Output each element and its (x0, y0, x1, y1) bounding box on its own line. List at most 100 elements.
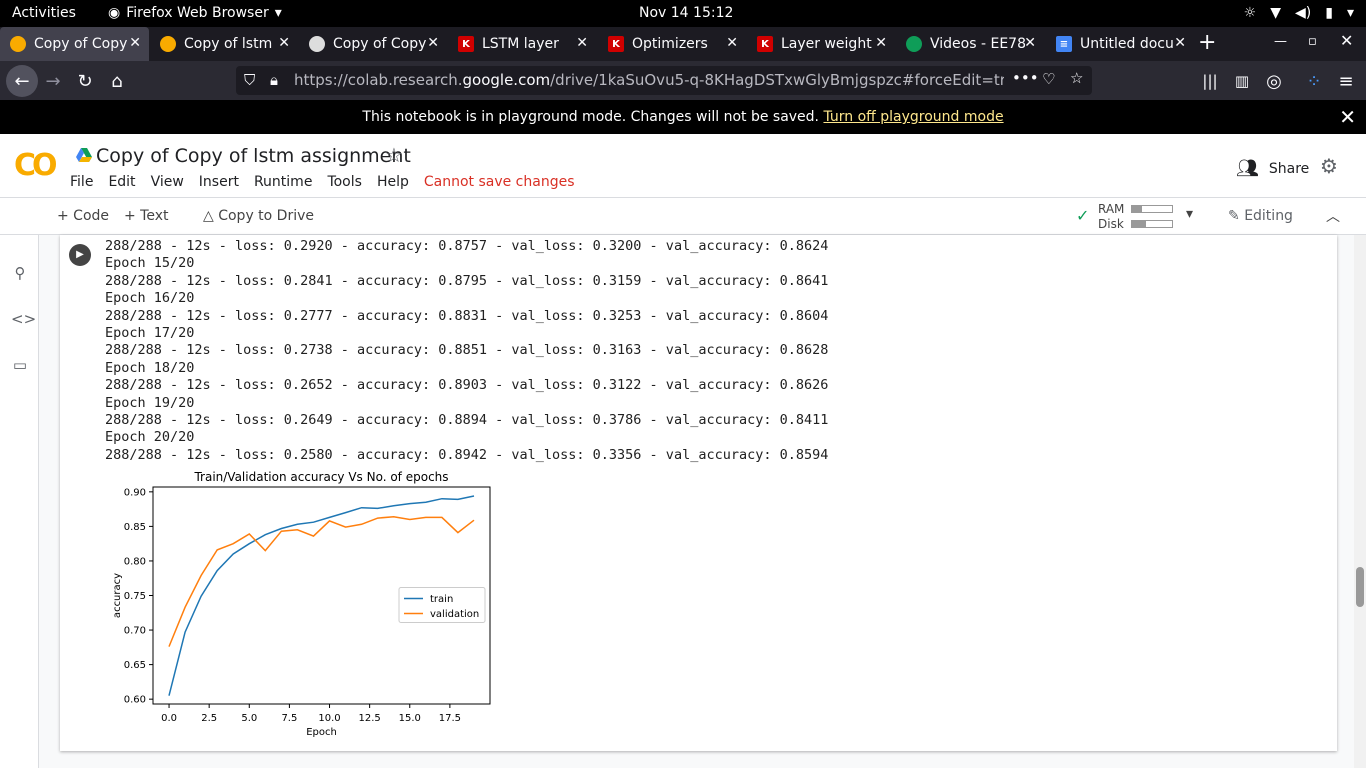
colab-logo[interactable]: CO (14, 148, 57, 183)
search-icon[interactable]: ⚲ (11, 264, 29, 282)
output-line: Epoch 20/20 (105, 429, 195, 446)
extensions-icon[interactable]: ⁘ (1302, 69, 1326, 93)
close-tab-icon[interactable]: ✕ (427, 35, 439, 51)
brightness-icon: ☼ (1243, 5, 1257, 21)
browser-tab[interactable]: ≡ Untitled docu ✕ (1046, 27, 1194, 61)
copy-to-drive-button[interactable]: △ Copy to Drive (203, 208, 314, 224)
collapse-header-icon[interactable]: ︿ (1326, 206, 1340, 226)
x-axis-label: Epoch (306, 727, 337, 738)
bookmark-star-icon[interactable]: ☆ (1070, 69, 1083, 87)
page-actions-icon[interactable]: ••• (1012, 69, 1039, 87)
close-tab-icon[interactable]: ✕ (875, 35, 887, 51)
sidebar-icon[interactable]: ▥ (1230, 69, 1254, 93)
banner-text: This notebook is in playground mode. Cha… (362, 109, 820, 125)
firefox-icon: ◉ (108, 5, 121, 21)
menu-runtime[interactable]: Runtime (254, 174, 312, 190)
editing-button[interactable]: ✎ Editing (1228, 208, 1293, 224)
share-button[interactable]: 👥︎ Share (1236, 158, 1309, 179)
output-line: 288/288 - 12s - loss: 0.2777 - accuracy:… (105, 307, 829, 324)
check-icon: ✓ (1076, 206, 1090, 225)
disk-label[interactable]: Disk (1098, 217, 1124, 231)
files-icon[interactable]: ▭ (11, 356, 29, 374)
close-tab-icon[interactable]: ✕ (726, 35, 738, 51)
output-line: 288/288 - 12s - loss: 0.2580 - accuracy:… (105, 446, 829, 463)
output-line: 288/288 - 12s - loss: 0.2652 - accuracy:… (105, 377, 829, 394)
back-button[interactable]: ← (6, 65, 38, 97)
colab-icon (309, 36, 325, 52)
y-tick-label: 0.65 (124, 660, 146, 671)
close-icon[interactable]: ✕ (1339, 100, 1356, 134)
menu-edit[interactable]: Edit (108, 174, 135, 190)
x-tick-label: 5.0 (241, 713, 257, 724)
pocket-icon[interactable]: ♡ (1042, 70, 1055, 88)
close-tab-icon[interactable]: ✕ (1174, 35, 1186, 51)
reload-button[interactable]: ↻ (73, 69, 97, 93)
add-code-button[interactable]: + Code (57, 208, 109, 224)
y-tick-label: 0.85 (124, 522, 146, 533)
menu-tools[interactable]: Tools (327, 174, 362, 190)
docs-icon: ≡ (1056, 36, 1072, 52)
close-tab-icon[interactable]: ✕ (278, 35, 290, 51)
app-menu[interactable]: ◉ Firefox Web Browser ▾ (108, 5, 282, 21)
add-text-button[interactable]: + Text (124, 208, 169, 224)
browser-tab[interactable]: Videos - EE78 ✕ (896, 27, 1044, 61)
maximize-button[interactable]: ▫ (1308, 34, 1317, 49)
close-tab-icon[interactable]: ✕ (1024, 35, 1036, 51)
output-line: 288/288 - 12s - loss: 0.2841 - accuracy:… (105, 272, 829, 289)
chevron-down-icon: ▾ (274, 5, 282, 21)
output-line: Epoch 16/20 (105, 290, 195, 307)
browser-tab[interactable]: Copy of Copy ✕ (299, 27, 447, 61)
notebook-title[interactable]: Copy of Copy of lstm assignment (96, 145, 411, 167)
close-window-button[interactable]: ✕ (1340, 31, 1353, 50)
menu-help[interactable]: Help (377, 174, 409, 190)
x-tick-label: 7.5 (281, 713, 297, 724)
x-tick-label: 17.5 (439, 713, 461, 724)
minimize-button[interactable]: — (1274, 34, 1287, 49)
gear-icon[interactable]: ⚙ (1320, 154, 1338, 178)
star-icon[interactable]: ☆ (385, 143, 403, 167)
close-tab-icon[interactable]: ✕ (129, 35, 141, 51)
x-tick-label: 12.5 (359, 713, 381, 724)
shield-icon[interactable]: ⛉ (244, 71, 255, 89)
library-icon[interactable]: ||| (1198, 69, 1222, 93)
scrollbar-thumb[interactable] (1356, 567, 1364, 607)
new-tab-button[interactable]: + (1198, 30, 1216, 55)
turn-off-playground-link[interactable]: Turn off playground mode (823, 109, 1003, 125)
cannot-save-warning[interactable]: Cannot save changes (424, 174, 575, 190)
browser-tab[interactable]: K LSTM layer ✕ (448, 27, 596, 61)
activities-button[interactable]: Activities (12, 5, 76, 21)
system-tray[interactable]: ☼ ▼ ◀) ▮ ▾ (1244, 5, 1354, 21)
ram-meter (1131, 205, 1173, 213)
code-snippets-icon[interactable]: <> (11, 310, 36, 328)
browser-tab[interactable]: Copy of lstm ✕ (150, 27, 298, 61)
browser-tab[interactable]: K Optimizers ✕ (598, 27, 746, 61)
browser-tab[interactable]: K Layer weight ✕ (747, 27, 895, 61)
left-sidebar: ☰ ⚲ <> ▭ (0, 198, 39, 768)
scrollbar[interactable] (1354, 235, 1366, 768)
y-tick-label: 0.75 (124, 591, 146, 602)
forward-button[interactable]: → (41, 69, 65, 93)
hamburger-menu-icon[interactable]: ≡ (1334, 69, 1358, 93)
account-icon[interactable]: ◎ (1262, 69, 1286, 93)
ram-label[interactable]: RAM (1098, 202, 1124, 216)
close-tab-icon[interactable]: ✕ (576, 35, 588, 51)
output-line: Epoch 19/20 (105, 394, 195, 411)
menu-view[interactable]: View (151, 174, 184, 190)
output-line: 288/288 - 12s - loss: 0.2649 - accuracy:… (105, 412, 829, 429)
menu-bar: File Edit View Insert Runtime Tools Help… (70, 174, 590, 190)
clock[interactable]: Nov 14 15:12 (639, 5, 733, 21)
menu-file[interactable]: File (70, 174, 93, 190)
playground-banner: This notebook is in playground mode. Cha… (0, 100, 1366, 134)
home-icon[interactable]: ⌂ (105, 69, 129, 93)
lock-icon[interactable]: 🔒︎ (270, 71, 278, 89)
wifi-icon: ▼ (1270, 5, 1282, 21)
browser-tab[interactable]: Copy of Copy ✕ (0, 27, 149, 61)
colab-icon (10, 36, 26, 52)
output-line: 288/288 - 12s - loss: 0.2738 - accuracy:… (105, 342, 829, 359)
pencil-icon: ✎ (1228, 208, 1245, 224)
url-bar[interactable]: ⛉ 🔒︎ https://colab.research.google.com/d… (236, 66, 1092, 95)
run-cell-button[interactable]: ▶ (69, 244, 91, 266)
menu-insert[interactable]: Insert (199, 174, 239, 190)
output-line: 288/288 - 12s - loss: 0.2920 - accuracy:… (105, 238, 829, 254)
chevron-down-icon[interactable]: ▾ (1186, 206, 1193, 222)
